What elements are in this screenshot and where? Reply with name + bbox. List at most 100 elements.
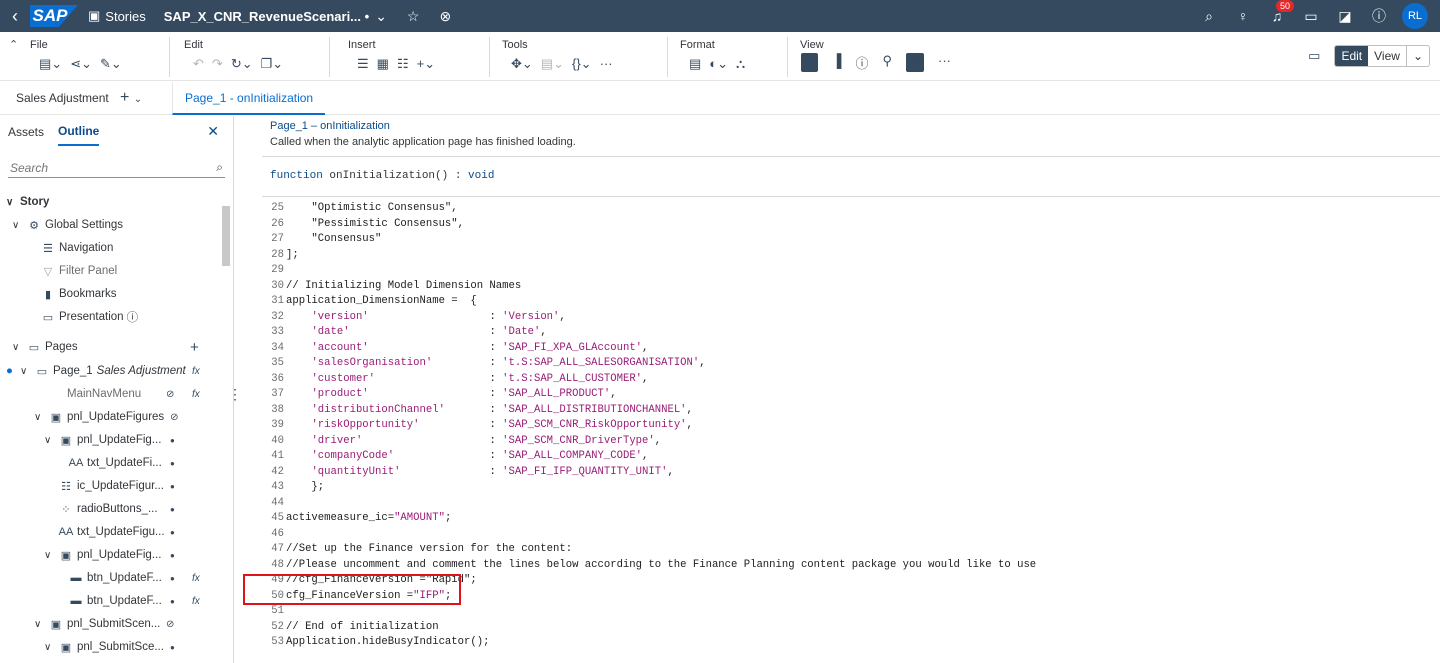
script-fx-icon[interactable]: fx — [192, 573, 200, 584]
code-line[interactable]: 30// Initializing Model Dimension Names — [262, 280, 521, 296]
tree-node-txt-updatefigu[interactable]: AA txt_UpdateFigu... ● — [58, 522, 184, 542]
tree-node-mainnavmenu[interactable]: MainNavMenu ⊘ fx — [48, 384, 208, 404]
code-line[interactable]: 43 }; — [262, 481, 324, 497]
code-line[interactable]: 52// End of initialization — [262, 621, 438, 637]
code-text[interactable]: 'quantityUnit' : 'SAP_FI_IFP_QUANTITY_UN… — [286, 466, 673, 482]
chevron-down-icon[interactable]: ∨ — [20, 366, 34, 377]
back-icon[interactable]: ‹ — [0, 6, 30, 27]
code-text[interactable]: 'riskOpportunity' : 'SAP_SCM_CNR_RiskOpp… — [286, 419, 692, 435]
tree-node-global-settings[interactable]: ∨ ⚙ Global Settings — [12, 215, 123, 235]
script-fx-icon[interactable]: fx — [192, 596, 200, 607]
code-line[interactable]: 46 — [262, 528, 286, 544]
chevron-down-icon[interactable]: ∨ — [44, 435, 58, 446]
hidden-icon[interactable]: ⊘ — [166, 619, 174, 630]
close-circle-icon[interactable]: ⊗ — [439, 8, 451, 25]
code-line[interactable]: 53 Application.hideBusyIndicator(); — [262, 636, 489, 652]
avatar[interactable]: RL — [1402, 3, 1428, 29]
tab-sales-adjustment[interactable]: Sales Adjustment — [0, 91, 120, 105]
code-text[interactable]: application_DimensionName = { — [286, 295, 477, 311]
tree-node-radiobuttons[interactable]: ⁘ radioButtons_... ● — [58, 499, 184, 519]
code-text[interactable]: // Initializing Model Dimension Names — [286, 280, 521, 296]
add-page-icon[interactable]: + ⌄ — [120, 89, 172, 107]
code-line[interactable]: 51 — [262, 605, 286, 621]
code-line[interactable]: 39 'riskOpportunity' : 'SAP_SCM_CNR_Risk… — [262, 419, 693, 435]
tree-node-pnl-updatefig[interactable]: ∨ ▣ pnl_UpdateFig... ● — [44, 430, 184, 450]
search-icon[interactable]: ⌕ — [216, 160, 223, 175]
tree-node-btn-updatef-2[interactable]: ▬ btn_UpdateF... ● fx — [68, 591, 208, 611]
code-text[interactable]: 'driver' : 'SAP_SCM_CNR_DriverType', — [286, 435, 661, 451]
code-text[interactable]: 'account' : 'SAP_FI_XPA_GLAccount', — [286, 342, 648, 358]
code-line[interactable]: 33 'date' : 'Date', — [262, 326, 546, 342]
code-text[interactable]: activemeasure_ic="AMOUNT"; — [286, 512, 451, 528]
tools-icon[interactable]: ✎⌄ — [100, 56, 122, 72]
close-icon[interactable]: ✕ — [207, 123, 219, 140]
mode-dropdown-icon[interactable]: ⌄ — [1405, 46, 1429, 66]
code-line[interactable]: 29 — [262, 264, 286, 280]
tree-node-bookmarks[interactable]: ▮ Bookmarks — [40, 284, 117, 304]
tree-node-pnl-submitscen[interactable]: ∨ ▣ pnl_SubmitScen... ⊘ — [34, 614, 184, 634]
tab-assets[interactable]: Assets — [8, 125, 44, 139]
help-icon[interactable]: ⓘ — [1362, 6, 1396, 26]
tree-node-filter-panel[interactable]: ▽ Filter Panel — [40, 261, 117, 281]
tree-node-pnl-updatefigures[interactable]: ∨ ▣ pnl_UpdateFigures ⊘ — [34, 407, 179, 427]
code-line[interactable]: 26 "Pessimistic Consensus", — [262, 218, 464, 234]
tree-node-presentation[interactable]: ▭ Presentation ⓘ — [40, 307, 138, 327]
outline-toggle-icon[interactable]: ◈ — [905, 53, 924, 72]
code-line[interactable]: 48//Please uncomment and comment the lin… — [262, 559, 1036, 575]
code-text[interactable]: 'product' : 'SAP_ALL_PRODUCT', — [286, 388, 616, 404]
stories-link[interactable]: ▣ Stories — [88, 8, 146, 24]
script-fx-icon[interactable]: fx — [192, 389, 200, 400]
scrollbar[interactable] — [222, 206, 230, 266]
code-line[interactable]: 41 'companyCode' : 'SAP_ALL_COMPANY_CODE… — [262, 450, 648, 466]
code-line[interactable]: 37 'product' : 'SAP_ALL_PRODUCT', — [262, 388, 616, 404]
left-panel-toggle-icon[interactable]: ▌ — [801, 53, 819, 72]
save-icon[interactable]: ▤⌄ — [39, 56, 62, 72]
chevron-down-icon[interactable]: ∨ — [12, 342, 26, 353]
chevron-down-icon[interactable]: ∨ — [12, 220, 26, 231]
undo-icon[interactable]: ↶ — [193, 56, 204, 72]
right-panel-toggle-icon[interactable]: ▐ — [832, 53, 841, 72]
view-more-icon[interactable]: ··· — [938, 53, 951, 72]
chat-icon[interactable]: ▭ — [1294, 8, 1328, 25]
code-line[interactable]: 35 'salesOrganisation' : 't.S:SAP_ALL_SA… — [262, 357, 705, 373]
code-text[interactable]: 'distributionChannel' : 'SAP_ALL_DISTRIB… — [286, 404, 692, 420]
search-input[interactable] — [10, 160, 190, 175]
code-text[interactable]: 'companyCode' : 'SAP_ALL_COMPANY_CODE', — [286, 450, 648, 466]
code-line[interactable]: 28]; — [262, 249, 298, 265]
code-line[interactable]: 47//Set up the Finance version for the c… — [262, 543, 572, 559]
code-text[interactable]: Application.hideBusyIndicator(); — [286, 636, 489, 652]
code-line[interactable]: 34 'account' : 'SAP_FI_XPA_GLAccount', — [262, 342, 648, 358]
script-fx-icon[interactable]: fx — [192, 366, 200, 377]
tree-node-txt-updatefi[interactable]: AA txt_UpdateFi... ● — [68, 453, 184, 473]
view-mode-button[interactable]: View — [1368, 46, 1406, 66]
code-text[interactable]: //Set up the Finance version for the con… — [286, 543, 572, 559]
tree-node-ic-updatefigur[interactable]: ☷ ic_UpdateFigur... ● — [58, 476, 184, 496]
code-line[interactable]: 36 'customer' : 't.S:SAP_ALL_CUSTOMER', — [262, 373, 648, 389]
chevron-down-icon[interactable]: ∨ — [34, 619, 48, 630]
tree-node-pages[interactable]: ∨ ▭ Pages + — [12, 337, 212, 357]
code-line[interactable]: 45 activemeasure_ic="AMOUNT"; — [262, 512, 451, 528]
code-text[interactable]: "Consensus" — [286, 233, 381, 249]
code-text[interactable]: 'date' : 'Date', — [286, 326, 546, 342]
more-options-icon[interactable]: ⋮ — [228, 386, 242, 403]
code-text[interactable]: "Optimistic Consensus", — [286, 202, 457, 218]
style-icon[interactable]: ⛬ — [736, 56, 745, 72]
chevron-down-icon[interactable]: ∨ — [34, 412, 48, 423]
script-icon[interactable]: {}⌄ — [572, 56, 592, 72]
refresh-icon[interactable]: ↻⌄ — [231, 56, 253, 72]
redo-icon[interactable]: ↷ — [212, 56, 223, 72]
tree-node-story[interactable]: ∨ Story — [6, 192, 49, 212]
search-icon[interactable]: ⌕ — [1192, 8, 1226, 25]
theme-icon[interactable]: ◐⌄ — [709, 56, 728, 72]
tree-node-pnl-submitsce[interactable]: ∨ ▣ pnl_SubmitSce... ● — [44, 637, 184, 657]
code-line[interactable]: 27 "Consensus" — [262, 233, 381, 249]
table-icon[interactable]: ▦ — [377, 56, 389, 72]
chart-icon[interactable]: ☰ — [357, 56, 369, 72]
tree-node-navigation[interactable]: ☰ Navigation — [40, 238, 113, 258]
star-icon[interactable]: ☆ — [407, 8, 420, 25]
chevron-down-icon[interactable]: ∨ — [44, 642, 58, 653]
data-action-icon[interactable]: ✥⌄ — [511, 56, 533, 72]
info-icon[interactable]: ⓘ — [855, 53, 868, 72]
code-line[interactable]: 31 application_DimensionName = { — [262, 295, 477, 311]
code-text[interactable]: 'version' : 'Version', — [286, 311, 565, 327]
